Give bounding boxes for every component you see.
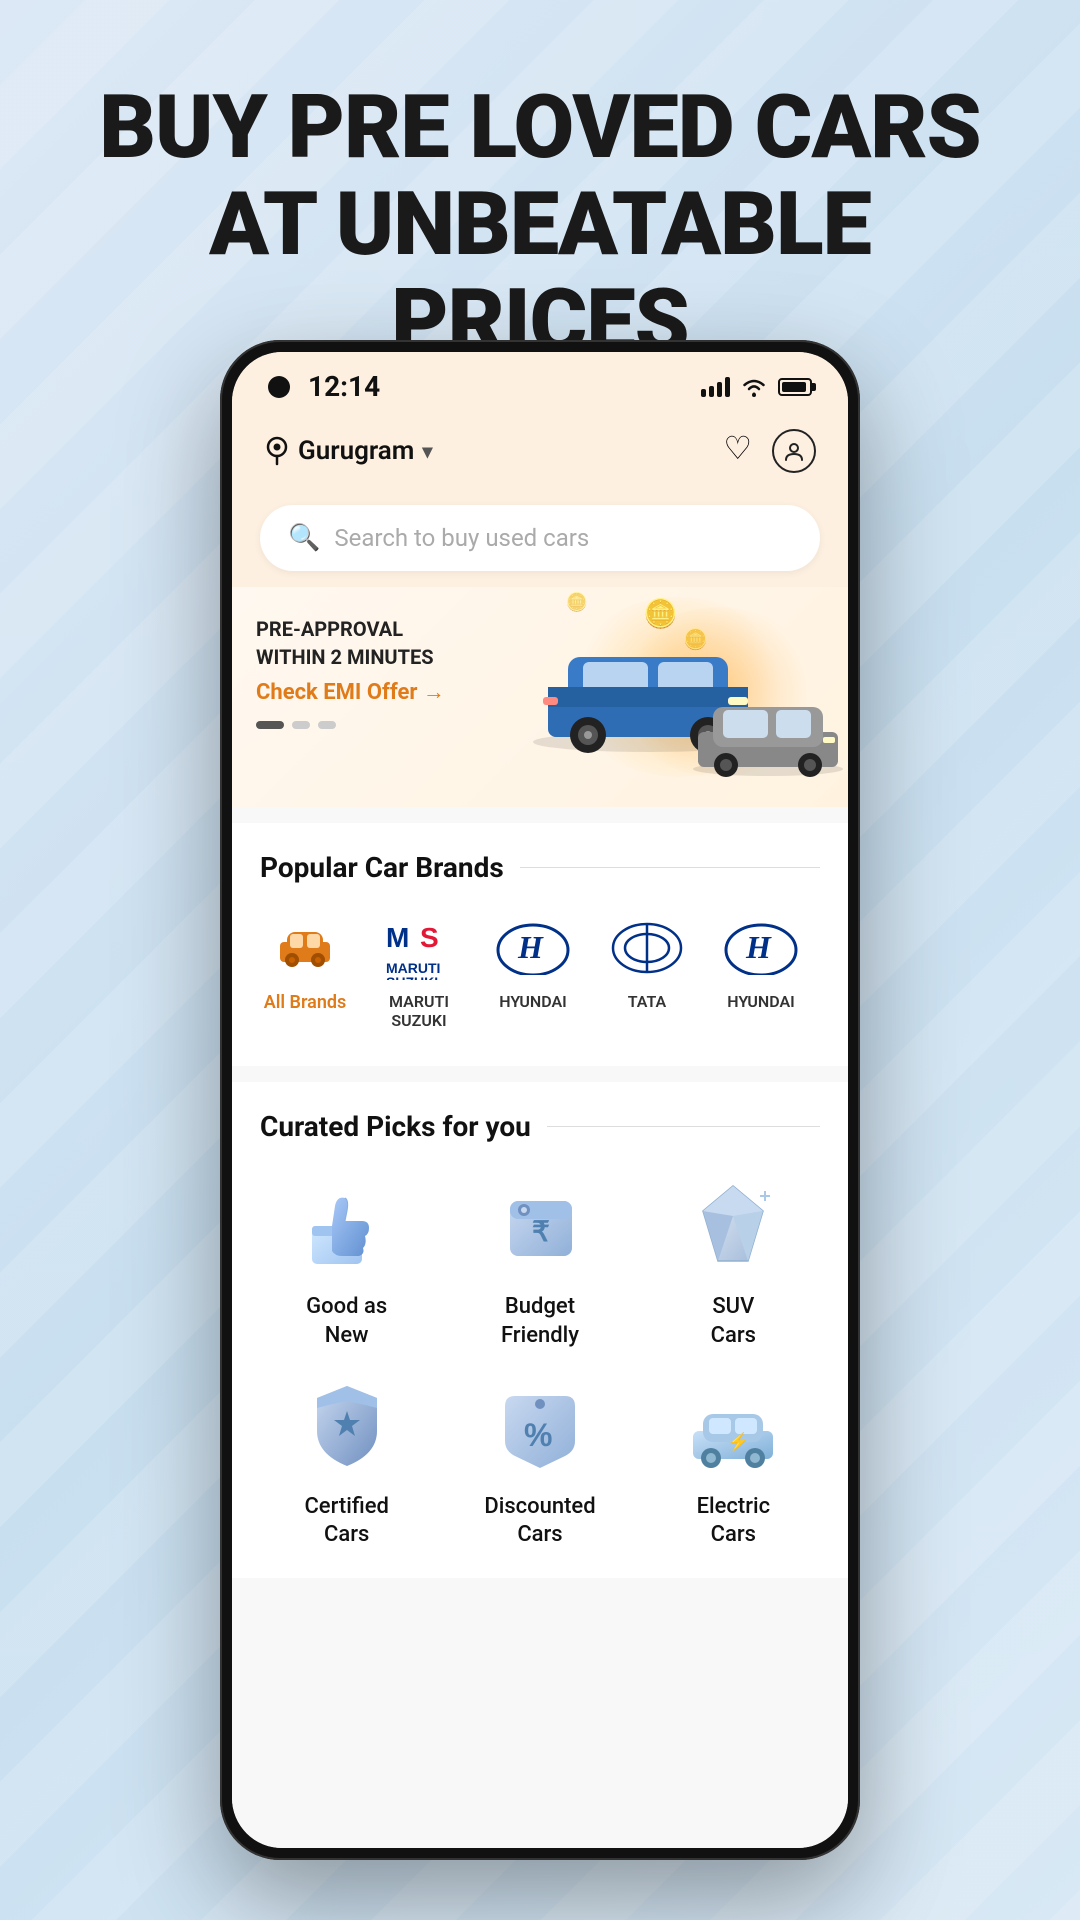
brand-item-hyundai-2[interactable]: H HYUNDAI: [716, 912, 806, 1030]
brand-item-all[interactable]: All Brands: [260, 912, 350, 1030]
banner-cta-button[interactable]: Check EMI Offer →: [256, 679, 824, 705]
picks-grid: Good asNew: [260, 1171, 820, 1549]
camera-icon: [268, 376, 290, 398]
maruti-logo: M S MARUTI SUZUKI: [379, 912, 459, 982]
car-icon: [275, 920, 335, 975]
banner-approval-text: PRE-APPROVALWITHIN 2 MINUTES: [256, 615, 824, 671]
search-placeholder: Search to buy used cars: [334, 524, 589, 552]
status-bar: 12:14: [232, 352, 848, 413]
brand-item-hyundai-1[interactable]: H HYUNDAI: [488, 912, 578, 1030]
brand-item-maruti[interactable]: M S MARUTI SUZUKI MARUTISUZUKI: [374, 912, 464, 1030]
electric-label: ElectricCars: [697, 1493, 771, 1550]
location-text: Gurugram: [298, 436, 414, 466]
hyundai-logo-2: H: [721, 912, 801, 982]
brand-item-tata[interactable]: TATA: [602, 912, 692, 1030]
phone-content[interactable]: 🪙 🪙 🪙 PRE-APPROVALWITHIN 2 MINUTES Check…: [232, 587, 848, 1848]
hero-section: BUY PRE LOVED CARS AT UNBEATABLE PRICES: [0, 80, 1080, 370]
svg-text:⚡: ⚡: [727, 1431, 749, 1453]
discounted-label: DiscountedCars: [484, 1493, 595, 1550]
pick-budget-friendly[interactable]: ₹ BudgetFriendly: [453, 1171, 626, 1350]
all-brands-logo: [265, 912, 345, 982]
svg-text:S: S: [420, 922, 439, 953]
hyundai-2-label: HYUNDAI: [727, 992, 795, 1011]
good-as-new-label: Good asNew: [306, 1293, 387, 1350]
hyundai-logo-1: H: [493, 912, 573, 982]
tata-label: TATA: [628, 992, 667, 1011]
heart-icon[interactable]: ♡: [723, 429, 752, 473]
battery-icon: [778, 378, 812, 396]
electric-icon-wrap: ⚡: [678, 1371, 788, 1481]
diamond-3d-icon: [683, 1176, 783, 1276]
phone-mockup: 12:14: [220, 340, 860, 1860]
hero-title: BUY PRE LOVED CARS AT UNBEATABLE PRICES: [60, 80, 1020, 370]
certified-label: CertifiedCars: [304, 1493, 388, 1550]
popular-brands-header: Popular Car Brands: [260, 851, 820, 884]
curated-picks-section: Curated Picks for you: [232, 1082, 848, 1577]
location-selector[interactable]: Gurugram ▾: [264, 436, 432, 466]
top-nav: Gurugram ▾ ♡: [232, 413, 848, 489]
budget-friendly-icon-wrap: ₹: [485, 1171, 595, 1281]
pick-certified[interactable]: CertifiedCars: [260, 1371, 433, 1550]
hyundai-brand-svg: H: [496, 920, 571, 975]
thumbs-up-3d-icon: [297, 1176, 397, 1276]
pick-discounted[interactable]: % DiscountedCars: [453, 1371, 626, 1550]
maruti-brand-svg: M S MARUTI SUZUKI: [382, 915, 457, 980]
chevron-down-icon: ▾: [422, 439, 432, 463]
car-ev-3d-icon: ⚡: [683, 1376, 783, 1476]
budget-friendly-label: BudgetFriendly: [501, 1293, 579, 1350]
shield-star-3d-icon: [297, 1376, 397, 1476]
curated-picks-header: Curated Picks for you: [260, 1110, 820, 1143]
tata-brand-svg: [610, 920, 685, 975]
location-pin-icon: [264, 436, 290, 466]
pick-good-as-new[interactable]: Good asNew: [260, 1171, 433, 1350]
svg-text:M: M: [386, 922, 409, 953]
banner-pagination: [256, 721, 824, 729]
tata-logo: [607, 912, 687, 982]
suv-cars-label: SUVCars: [711, 1293, 756, 1350]
hyundai-brand-svg-2: H: [724, 920, 799, 975]
tag-percent-3d-icon: %: [490, 1376, 590, 1476]
search-icon: 🔍: [288, 523, 320, 553]
curated-picks-title: Curated Picks for you: [260, 1110, 531, 1143]
status-icons: [701, 376, 812, 398]
popular-brands-title: Popular Car Brands: [260, 851, 504, 884]
nav-action-icons: ♡: [723, 429, 816, 473]
svg-text:SUZUKI: SUZUKI: [386, 974, 438, 980]
time-display: 12:14: [308, 370, 380, 403]
maruti-label: MARUTISUZUKI: [389, 992, 449, 1030]
certified-icon-wrap: [292, 1371, 402, 1481]
pick-electric[interactable]: ⚡ ElectricCars: [647, 1371, 820, 1550]
brands-row: All Brands M S MARUTI SUZUKI: [260, 912, 820, 1038]
wallet-3d-icon: ₹: [490, 1176, 590, 1276]
good-as-new-icon-wrap: [292, 1171, 402, 1281]
svg-text:H: H: [517, 929, 544, 965]
svg-text:H: H: [745, 929, 772, 965]
search-bar[interactable]: 🔍 Search to buy used cars: [260, 505, 820, 571]
svg-text:₹: ₹: [532, 1216, 550, 1247]
svg-text:%: %: [524, 1417, 552, 1453]
signal-icon: [701, 377, 730, 397]
hyundai-1-label: HYUNDAI: [499, 992, 567, 1011]
discounted-icon-wrap: %: [485, 1371, 595, 1481]
profile-icon[interactable]: [772, 429, 816, 473]
all-brands-label: All Brands: [264, 992, 347, 1013]
suv-cars-icon-wrap: [678, 1171, 788, 1281]
wifi-icon: [740, 376, 768, 398]
pick-suv-cars[interactable]: SUVCars: [647, 1171, 820, 1350]
popular-brands-section: Popular Car Brands: [232, 823, 848, 1066]
phone-screen: 12:14: [232, 352, 848, 1848]
emi-banner[interactable]: 🪙 🪙 🪙 PRE-APPROVALWITHIN 2 MINUTES Check…: [232, 587, 848, 807]
banner-text-block: PRE-APPROVALWITHIN 2 MINUTES Check EMI O…: [232, 587, 848, 757]
search-container: 🔍 Search to buy used cars: [232, 489, 848, 587]
